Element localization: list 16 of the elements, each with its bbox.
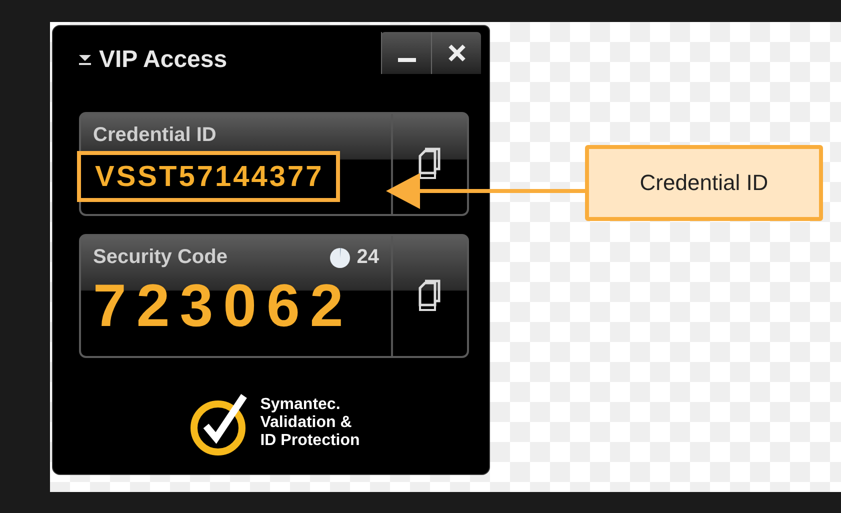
- minimize-icon: [398, 58, 416, 62]
- copy-icon: [417, 279, 443, 313]
- window-title: VIP Access: [99, 46, 228, 74]
- credential-label: Credential ID: [93, 124, 218, 147]
- logo-text: Validation &: [260, 414, 353, 432]
- logo-text: ID Protection: [260, 432, 360, 450]
- collapse-icon[interactable]: [79, 55, 91, 65]
- close-icon: [448, 44, 466, 62]
- logo-text: Symantec.: [260, 396, 342, 414]
- countdown: 24: [356, 246, 379, 269]
- security-code-label: Security Code: [93, 246, 228, 269]
- copy-icon: [417, 147, 443, 181]
- security-code-value: 723062: [93, 271, 354, 340]
- callout-label: Credential ID: [640, 170, 768, 196]
- credential-id-value: VSST57144377: [77, 151, 340, 202]
- timer-icon: [328, 246, 351, 268]
